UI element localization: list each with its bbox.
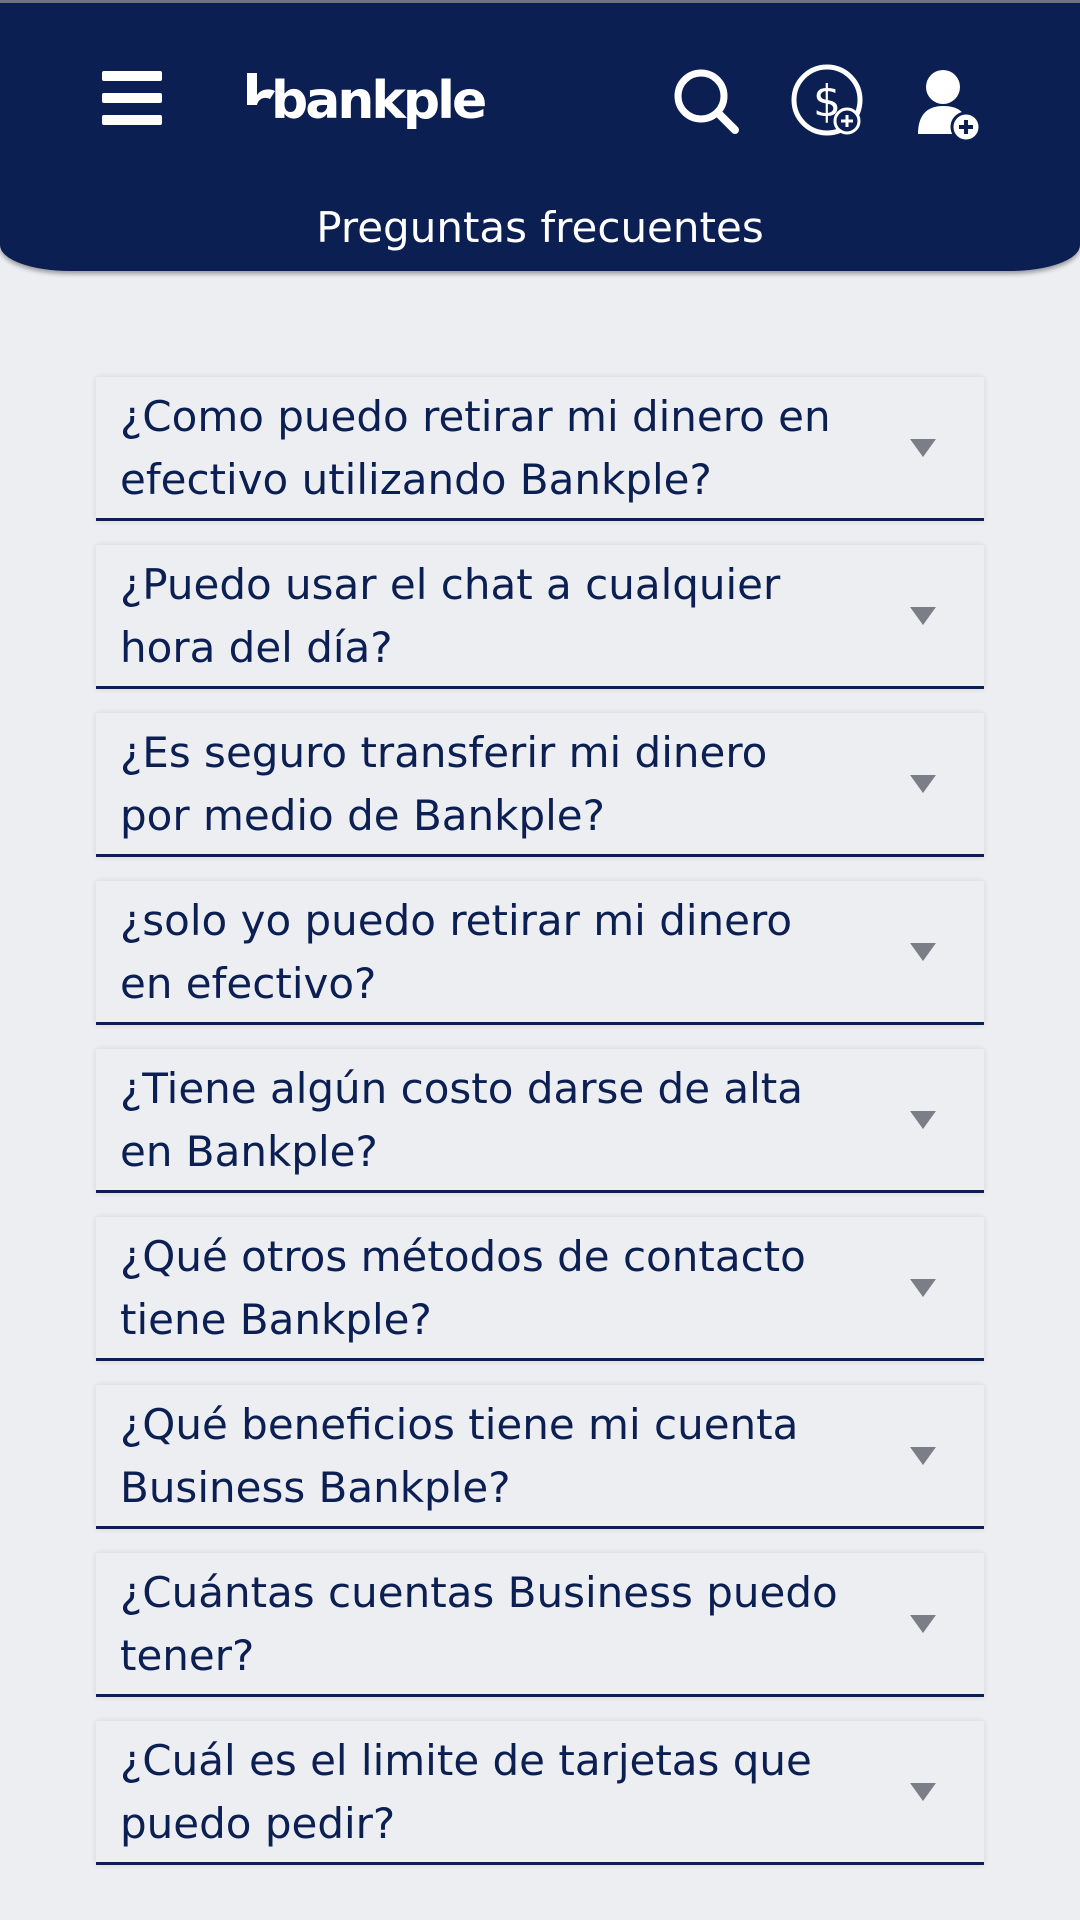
page-title: Preguntas frecuentes <box>316 203 764 252</box>
faq-item[interactable]: ¿Es seguro transferir mi dinero por medi… <box>96 713 984 857</box>
chevron-down-icon <box>910 1783 936 1801</box>
add-money-button[interactable]: $ <box>782 58 872 148</box>
chevron-down-icon <box>910 607 936 625</box>
faq-question: ¿Tiene algún costo darse de alta en Bank… <box>120 1064 804 1176</box>
faq-question: ¿Es seguro transferir mi dinero por medi… <box>120 728 768 840</box>
app-header: bankple $ Preguntas frecuentes <box>0 3 1080 271</box>
menu-icon-bar <box>102 115 162 125</box>
faq-question: ¿Qué otros métodos de contacto tiene Ban… <box>120 1232 806 1344</box>
faq-question: ¿solo yo puedo retirar mi dinero en efec… <box>120 896 793 1008</box>
faq-question: ¿Como puedo retirar mi dinero en efectiv… <box>120 392 831 504</box>
faq-item[interactable]: ¿solo yo puedo retirar mi dinero en efec… <box>96 881 984 1025</box>
chevron-down-icon <box>910 1615 936 1633</box>
dollar-add-icon: $ <box>791 64 863 136</box>
logo-text: bankple <box>271 71 487 131</box>
faq-item[interactable]: ¿Qué beneficios tiene mi cuenta Business… <box>96 1385 984 1529</box>
user-add-icon <box>918 70 982 143</box>
faq-item[interactable]: ¿Cuál es el limite de tarjetas que puedo… <box>96 1721 984 1865</box>
add-user-button[interactable] <box>900 58 990 148</box>
menu-button[interactable] <box>92 63 172 133</box>
faq-item[interactable]: ¿Qué otros métodos de contacto tiene Ban… <box>96 1217 984 1361</box>
faq-item[interactable]: ¿Tiene algún costo darse de alta en Bank… <box>96 1049 984 1193</box>
menu-icon-bar <box>102 71 162 81</box>
chevron-down-icon <box>910 1279 936 1297</box>
faq-item[interactable]: ¿Cuántas cuentas Business puedo tener? <box>96 1553 984 1697</box>
faq-question: ¿Qué beneficios tiene mi cuenta Business… <box>120 1400 799 1512</box>
menu-icon-bar <box>102 93 162 103</box>
search-icon <box>674 69 739 134</box>
faq-list: ¿Como puedo retirar mi dinero en efectiv… <box>96 377 984 1889</box>
chevron-down-icon <box>910 775 936 793</box>
chevron-down-icon <box>910 943 936 961</box>
faq-question: ¿Cuántas cuentas Business puedo tener? <box>120 1568 838 1680</box>
faq-item[interactable]: ¿Puedo usar el chat a cualquier hora del… <box>96 545 984 689</box>
chevron-down-icon <box>910 439 936 457</box>
faq-item[interactable]: ¿Como puedo retirar mi dinero en efectiv… <box>96 377 984 521</box>
faq-question: ¿Cuál es el limite de tarjetas que puedo… <box>120 1736 812 1848</box>
faq-question: ¿Puedo usar el chat a cualquier hora del… <box>120 560 781 672</box>
chevron-down-icon <box>910 1447 936 1465</box>
chevron-down-icon <box>910 1111 936 1129</box>
search-button[interactable] <box>663 58 753 148</box>
